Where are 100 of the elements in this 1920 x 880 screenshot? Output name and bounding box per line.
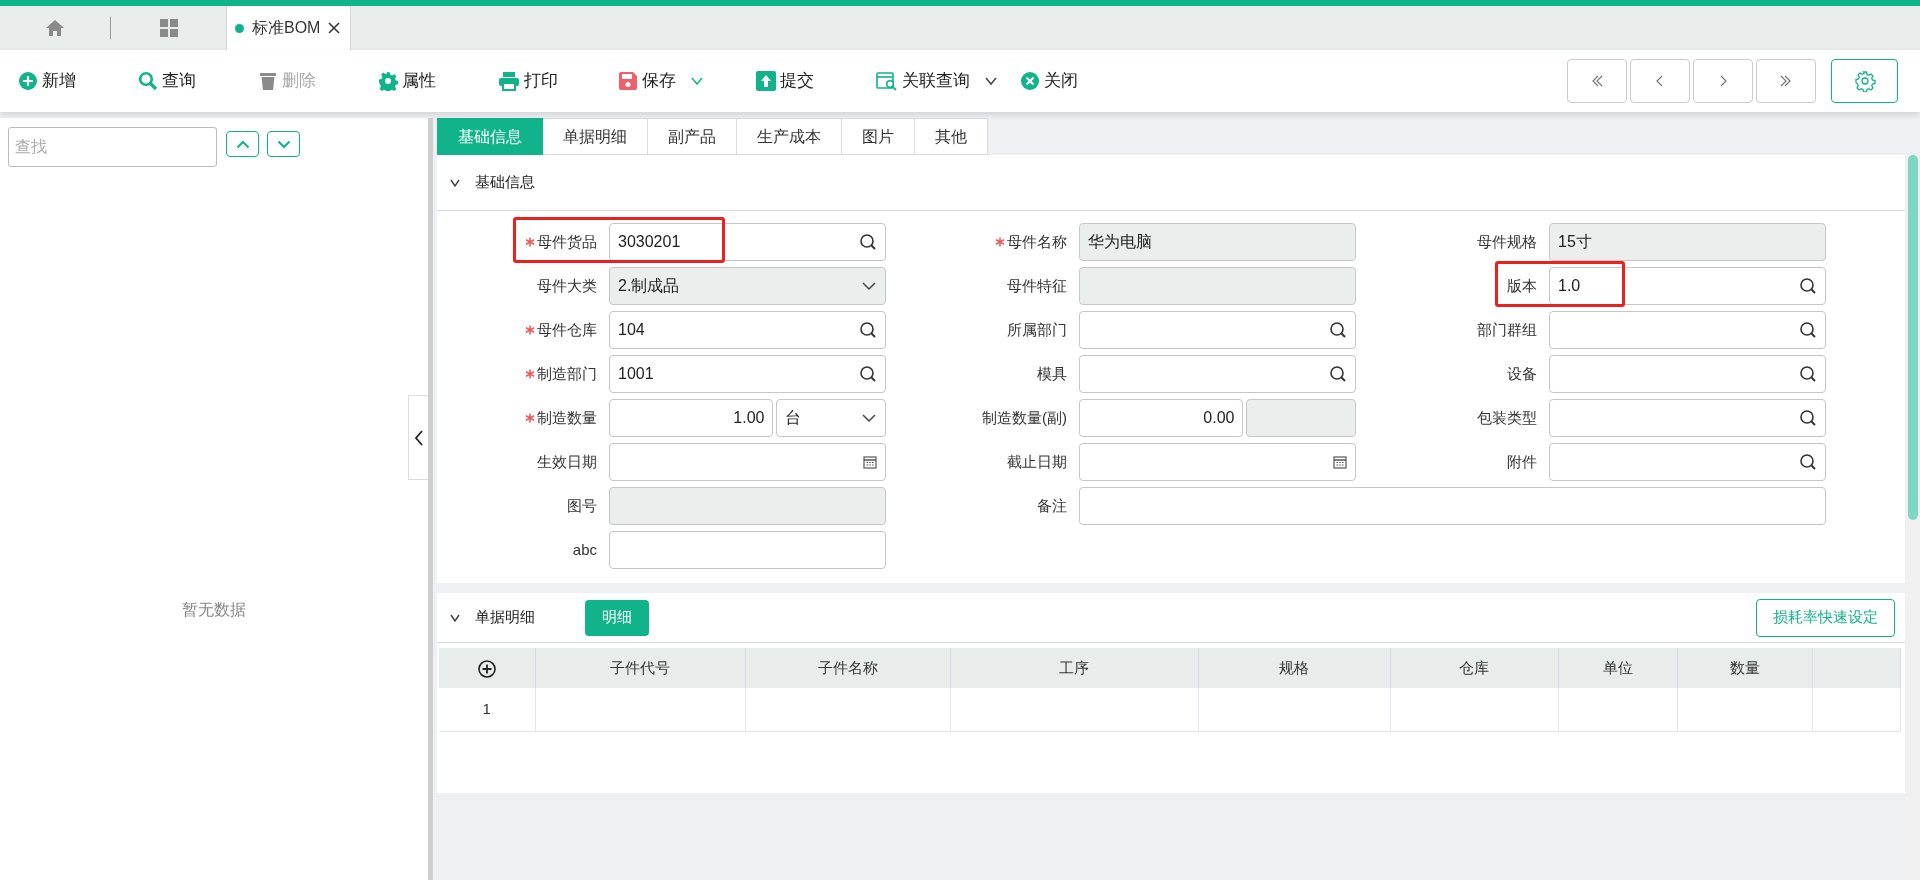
search-icon [1799,453,1817,471]
search-icon [1799,277,1817,295]
field-label: 截止日期 [1007,451,1067,472]
search-field[interactable] [1549,399,1826,437]
search-icon [859,365,877,383]
tab[interactable]: 图片 [842,118,915,155]
input-field[interactable] [609,531,886,569]
empty-message: 暂无数据 [181,600,247,620]
toolbar-button[interactable]: 关联查询 [874,64,1000,98]
nav-button[interactable] [1630,59,1690,103]
up-button[interactable] [226,131,259,157]
status-dot-icon [235,23,244,33]
field-label: 母件大类 [537,275,597,296]
search-field[interactable] [1549,443,1826,481]
column-header: 工序 [950,648,1198,688]
calendar-icon [863,455,877,469]
toolbar-button[interactable]: 关闭 [1018,64,1138,98]
toolbar-button[interactable]: 提交 [754,64,874,98]
field-label: 母件货品 [537,231,597,252]
toolbar-button[interactable]: 打印 [496,64,616,98]
field-label: 母件特征 [1007,275,1067,296]
document-tab[interactable]: 标准BOM [226,6,352,50]
down-button[interactable] [267,131,300,157]
field-label: 母件名称 [1007,231,1067,252]
chevron-down-icon[interactable] [449,612,461,623]
add-row-icon [477,659,496,678]
field-label: 母件规格 [1477,231,1537,252]
field-label: 设备 [1507,363,1537,384]
toolbar-button[interactable]: 属性 [376,64,496,98]
field-label: 图号 [567,495,597,516]
unit-select[interactable]: 台 [776,399,886,437]
date-field[interactable] [609,443,886,481]
collapse-handle[interactable] [408,395,428,480]
chevron-down-icon [690,76,704,86]
column-header: 规格 [1198,648,1390,688]
tab[interactable]: 副产品 [648,118,737,155]
toolbar-button[interactable]: 保存 [616,64,736,98]
close-icon [328,22,341,34]
settings-icon [1853,70,1876,92]
search-field[interactable] [1549,355,1826,393]
search-icon [1329,321,1347,339]
section-title: 基础信息 [475,172,535,193]
search-icon [1799,365,1817,383]
plus-icon [18,71,38,91]
first-page-icon [1590,74,1604,88]
field-label: 制造数量(副) [982,407,1067,428]
search-icon [138,71,158,91]
search-icon [859,321,877,339]
field-label: 备注 [1037,495,1067,516]
field-label: 母件仓库 [537,319,597,340]
search-icon [1329,365,1347,383]
nav-button[interactable] [1567,59,1627,103]
chevron-down-icon[interactable] [449,177,461,188]
chevron-down-icon [861,281,877,291]
nav-button[interactable] [1756,59,1816,103]
toolbar-button[interactable]: 新增 [16,64,136,98]
field-label: 制造数量 [537,407,597,428]
input-field[interactable] [1079,487,1826,525]
column-header: 数量 [1677,648,1812,688]
search-field[interactable]: 3030201 [609,223,886,261]
field-label: 包装类型 [1477,407,1537,428]
search-icon [859,233,877,251]
field-label: 制造部门 [537,363,597,384]
chevron-up-icon [235,139,250,149]
close-icon [1020,71,1040,91]
field-label: 所属部门 [1007,319,1067,340]
column-header: 单位 [1558,648,1677,688]
search-icon [1799,321,1817,339]
toolbar-button[interactable]: 查询 [136,64,256,98]
trash-icon [258,71,278,91]
chevron-down-icon [861,413,877,423]
floppy-icon [618,71,638,91]
search-field[interactable] [1549,311,1826,349]
last-page-icon [1779,74,1793,88]
chevron-down-icon [276,139,291,149]
field-label: 版本 [1507,275,1537,296]
search-field[interactable] [1079,355,1356,393]
section-title: 单据明细 [475,607,535,628]
calendar-search-icon [876,71,898,91]
column-header: 仓库 [1390,648,1558,688]
number-field[interactable]: 0.00 [1079,399,1244,437]
search-field[interactable]: 104 [609,311,886,349]
search-field[interactable]: 查找 [8,127,217,167]
settings-button[interactable] [1831,59,1898,103]
upload-icon [756,71,776,91]
printer-icon [498,71,520,91]
tab[interactable]: 生产成本 [737,118,842,155]
number-field[interactable]: 1.00 [609,399,774,437]
date-field[interactable] [1079,443,1356,481]
tab[interactable]: 单据明细 [543,118,648,155]
chevron-down-icon [984,76,998,86]
tab[interactable]: 其他 [915,118,988,155]
column-header: 子件名称 [745,648,950,688]
nav-button[interactable] [1693,59,1753,103]
home-icon [45,18,65,38]
search-field[interactable]: 1.0 [1549,267,1826,305]
search-icon [1799,409,1817,427]
field-label: 部门群组 [1477,319,1537,340]
search-field[interactable]: 1001 [609,355,886,393]
search-field[interactable] [1079,311,1356,349]
